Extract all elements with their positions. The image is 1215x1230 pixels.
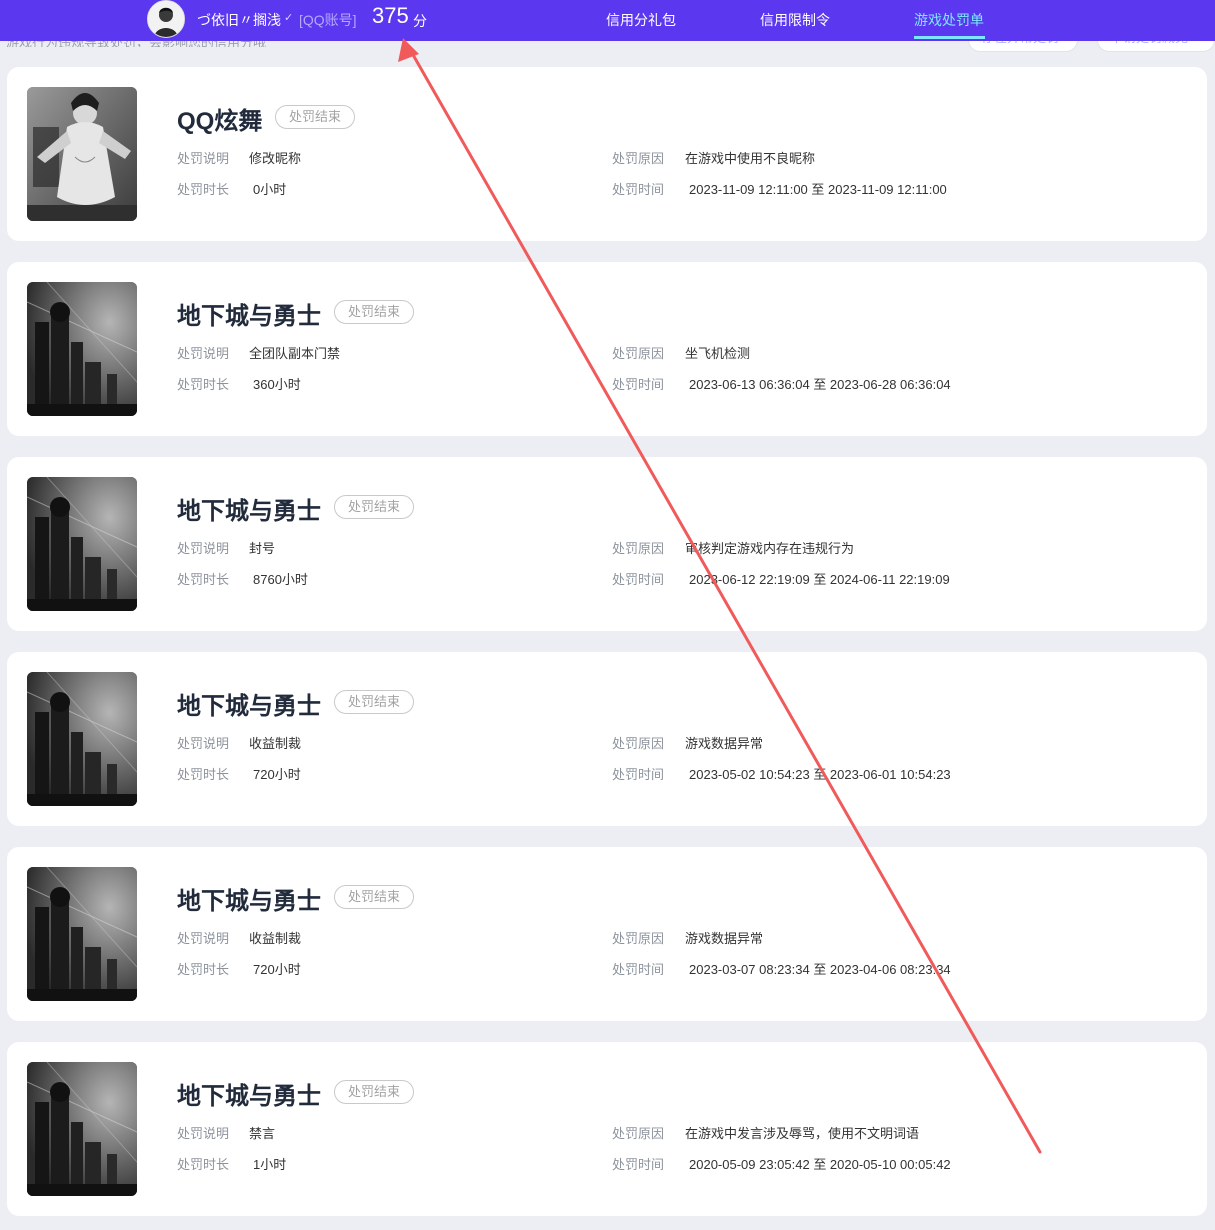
penalty-card-6: 地下城与勇士 处罚结束 处罚说明 禁言 处罚时长 1小时 处罚原因 在游戏中发言… <box>7 1042 1207 1216</box>
duration-value: 360小时 <box>253 377 301 392</box>
penalty-card-1: QQ炫舞 处罚结束 处罚说明 修改昵称 处罚时长 0小时 处罚原因 在游戏中使用… <box>7 67 1207 241</box>
duration-value: 720小时 <box>253 767 301 782</box>
desc-label: 处罚说明 <box>177 346 230 361</box>
time-value: 2023-11-09 12:11:00 至 2023-11-09 12:11:0… <box>689 182 947 197</box>
time-label: 处罚时间 <box>612 572 665 587</box>
duration-value: 8760小时 <box>253 572 308 587</box>
avatar[interactable] <box>147 0 185 38</box>
duration-value: 720小时 <box>253 962 301 977</box>
penalty-card-2: 地下城与勇士 处罚结束 处罚说明 全团队副本门禁 处罚时长 360小时 处罚原因… <box>7 262 1207 436</box>
game-thumbnail <box>27 282 137 416</box>
reason-value: 坐飞机检测 <box>685 346 751 361</box>
duration-label: 处罚时长 <box>177 962 230 977</box>
status-badge: 处罚结束 <box>334 1080 415 1104</box>
penalty-card-5: 地下城与勇士 处罚结束 处罚说明 收益制裁 处罚时长 720小时 处罚原因 游戏… <box>7 847 1207 1021</box>
duration-value: 0小时 <box>253 182 287 197</box>
game-thumbnail <box>27 672 137 806</box>
penalty-card-4: 地下城与勇士 处罚结束 处罚说明 收益制裁 处罚时长 720小时 处罚原因 游戏… <box>7 652 1207 826</box>
active-tab-indicator <box>914 36 985 39</box>
desc-value: 收益制裁 <box>249 931 302 946</box>
reason-label: 处罚原因 <box>612 541 665 556</box>
game-thumbnail <box>27 477 137 611</box>
time-value: 2020-05-09 23:05:42 至 2020-05-10 00:05:4… <box>689 1157 951 1172</box>
desc-value: 收益制裁 <box>249 736 302 751</box>
reason-label: 处罚原因 <box>612 1126 665 1141</box>
status-badge: 处罚结束 <box>275 105 356 129</box>
reason-label: 处罚原因 <box>612 931 665 946</box>
reason-value: 在游戏中使用不良昵称 <box>685 151 816 166</box>
time-label: 处罚时间 <box>612 1157 665 1172</box>
duration-label: 处罚时长 <box>177 572 230 587</box>
nav-credit-restriction[interactable]: 信用限制令 <box>760 10 830 30</box>
desc-label: 处罚说明 <box>177 736 230 751</box>
desc-value: 封号 <box>249 541 276 556</box>
time-value: 2023-06-13 06:36:04 至 2023-06-28 06:36:0… <box>689 377 951 392</box>
duration-label: 处罚时长 <box>177 1157 230 1172</box>
duration-value: 1小时 <box>253 1157 287 1172</box>
game-title: 地下城与勇士 <box>177 498 321 525</box>
nav-game-penalty[interactable]: 游戏处罚单 <box>914 10 984 30</box>
game-title: 地下城与勇士 <box>177 888 321 915</box>
duration-label: 处罚时长 <box>177 767 230 782</box>
desc-label: 处罚说明 <box>177 541 230 556</box>
duration-label: 处罚时长 <box>177 377 230 392</box>
time-value: 2023-05-02 10:54:23 至 2023-06-01 10:54:2… <box>689 767 951 782</box>
username[interactable]: づ依旧〃搁浅 <box>197 10 281 30</box>
reason-value: 在游戏中发言涉及辱骂，使用不文明词语 <box>685 1126 920 1141</box>
top-bar: づ依旧〃搁浅 ✓ [QQ账号] 375 分 信用分礼包 信用限制令 游戏处罚单 <box>0 0 1215 41</box>
time-value: 2023-03-07 08:23:34 至 2023-04-06 08:23:3… <box>689 962 951 977</box>
game-title: 地下城与勇士 <box>177 1083 321 1110</box>
credit-score: 375 <box>372 3 409 28</box>
reason-value: 游戏数据异常 <box>685 931 764 946</box>
reason-label: 处罚原因 <box>612 736 665 751</box>
reason-value: 审核判定游戏内存在违规行为 <box>685 541 855 556</box>
time-value: 2023-06-12 22:19:09 至 2024-06-11 22:19:0… <box>689 572 950 587</box>
chevron-down-icon[interactable]: ✓ <box>284 11 293 24</box>
duration-label: 处罚时长 <box>177 182 230 197</box>
account-type-label: [QQ账号] <box>299 12 357 28</box>
game-thumbnail <box>27 867 137 1001</box>
desc-label: 处罚说明 <box>177 1126 230 1141</box>
status-badge: 处罚结束 <box>334 690 415 714</box>
status-badge: 处罚结束 <box>334 885 415 909</box>
time-label: 处罚时间 <box>612 962 665 977</box>
desc-value: 禁言 <box>249 1126 276 1141</box>
game-thumbnail <box>27 1062 137 1196</box>
game-title: 地下城与勇士 <box>177 693 321 720</box>
game-title: QQ炫舞 <box>177 108 263 135</box>
desc-label: 处罚说明 <box>177 151 230 166</box>
time-label: 处罚时间 <box>612 767 665 782</box>
reason-label: 处罚原因 <box>612 151 665 166</box>
desc-value: 修改昵称 <box>249 151 302 166</box>
time-label: 处罚时间 <box>612 377 665 392</box>
nav-credit-gift[interactable]: 信用分礼包 <box>606 10 676 30</box>
reason-label: 处罚原因 <box>612 346 665 361</box>
reason-value: 游戏数据异常 <box>685 736 764 751</box>
desc-value: 全团队副本门禁 <box>249 346 341 361</box>
game-thumbnail <box>27 87 137 221</box>
score-unit: 分 <box>413 13 427 29</box>
game-title: 地下城与勇士 <box>177 303 321 330</box>
penalty-card-3: 地下城与勇士 处罚结束 处罚说明 封号 处罚时长 8760小时 处罚原因 审核判… <box>7 457 1207 631</box>
desc-label: 处罚说明 <box>177 931 230 946</box>
status-badge: 处罚结束 <box>334 495 415 519</box>
time-label: 处罚时间 <box>612 182 665 197</box>
status-badge: 处罚结束 <box>334 300 415 324</box>
